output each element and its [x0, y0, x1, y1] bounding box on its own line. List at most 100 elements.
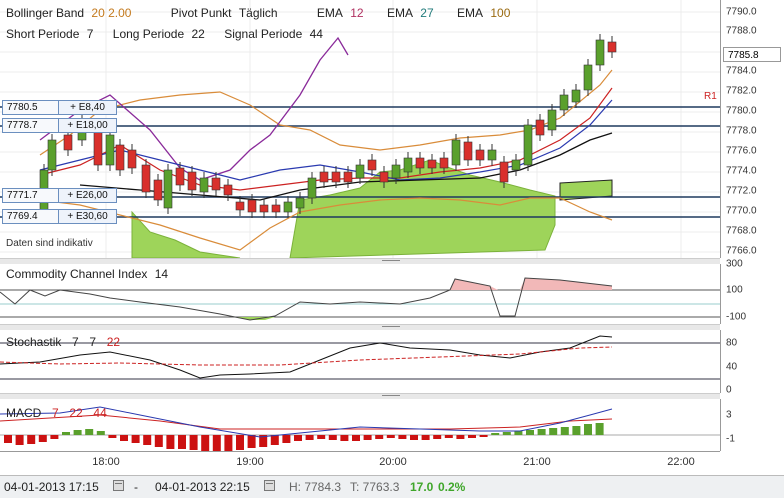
ema27-legend[interactable]: EMA 27 [387, 6, 438, 20]
candle [367, 159, 377, 171]
order-amount: + E8,40 [70, 102, 105, 113]
stochastik-legend[interactable]: Stochastik 7 7 22 [6, 335, 124, 349]
candle [295, 197, 305, 209]
candle [283, 201, 293, 213]
candle [343, 171, 353, 183]
short-periode-legend[interactable]: Short Periode 7 [6, 27, 97, 41]
order-price: 7771.7 [3, 189, 60, 202]
time-axis[interactable]: 18:00 19:00 20:00 21:00 22:00 [0, 451, 720, 476]
macd-histogram-bar [96, 431, 105, 435]
order-tag-1[interactable]: 7780.5 + E8,40 [2, 100, 117, 115]
from-date[interactable]: 04-01-2013 17:15 [4, 480, 99, 494]
macd-histogram-bar [595, 423, 604, 435]
high-value: H: 7784.3 [289, 480, 342, 494]
candle [511, 159, 521, 171]
macd-histogram-bar [154, 435, 163, 447]
macd-tick: -1 [726, 433, 735, 445]
candle [547, 109, 557, 131]
macd-legend[interactable]: MACD 7 22 44 [6, 406, 111, 420]
change-percent: 0.2% [438, 480, 466, 494]
macd-histogram-bar [514, 431, 523, 435]
candle [475, 149, 485, 161]
price-tick: 7788.0 [726, 25, 757, 37]
candle [247, 199, 257, 213]
r1-label: R1 [704, 91, 717, 102]
candle [63, 134, 73, 151]
signal-periode-legend[interactable]: Signal Periode 44 [224, 27, 327, 41]
time-tick: 18:00 [92, 456, 120, 468]
ema100-legend[interactable]: EMA 100 [457, 6, 514, 20]
macd-histogram-bar [62, 432, 70, 435]
order-price: 7778.7 [3, 119, 60, 132]
candle [175, 167, 185, 186]
macd-histogram-bar [305, 435, 314, 440]
candle [187, 171, 197, 191]
time-tick: 19:00 [236, 456, 264, 468]
pivot-legend[interactable]: Pivot Punkt Täglich [171, 6, 282, 20]
macd-plot-area[interactable]: MACD 7 22 44 [0, 399, 721, 451]
candle [403, 157, 413, 173]
candle [259, 204, 269, 213]
macd-histogram-bar [38, 435, 47, 442]
macd-histogram-bar [282, 435, 291, 443]
indicator-legend-row-2: Short Periode 7 Long Periode 22 Signal P… [6, 27, 331, 41]
candle [199, 177, 209, 193]
macd-histogram-bar [549, 428, 558, 435]
candle [451, 139, 461, 166]
macd-histogram-bar [584, 424, 592, 435]
candle [163, 169, 173, 209]
order-tag-3[interactable]: 7771.7 + E26,00 [2, 188, 117, 203]
ema12-legend[interactable]: EMA 12 [317, 6, 368, 20]
stochastik-plot-area[interactable]: Stochastik 7 7 22 [0, 330, 721, 393]
order-price: 7780.5 [3, 101, 60, 114]
candle [47, 139, 57, 171]
candle [355, 164, 365, 179]
long-periode-legend[interactable]: Long Periode 22 [113, 27, 209, 41]
to-date[interactable]: 04-01-2013 22:15 [155, 480, 250, 494]
macd-axis[interactable]: 3 -1 [721, 399, 784, 451]
candle [105, 134, 115, 166]
price-tick: 7776.0 [726, 145, 757, 157]
macd-histogram-bar [328, 435, 337, 440]
macd-histogram-bar [201, 435, 210, 451]
bollinger-legend[interactable]: Bollinger Band 20 2.00 [6, 6, 135, 20]
macd-histogram-bar [398, 435, 407, 439]
price-tick: 7784.0 [726, 65, 757, 77]
calendar-icon[interactable] [264, 480, 275, 491]
price-tick: 7780.0 [726, 105, 757, 117]
candle [523, 124, 533, 166]
ichimoku-cloud [131, 210, 241, 258]
macd-histogram-bar [50, 435, 59, 439]
macd-histogram-bar [166, 435, 175, 449]
price-tick: 7768.0 [726, 225, 757, 237]
price-tick: 7782.0 [726, 85, 757, 97]
candle [331, 171, 341, 183]
time-tick: 21:00 [523, 456, 551, 468]
candle [499, 161, 509, 183]
order-tag-4[interactable]: 7769.4 + E30,60 [2, 209, 117, 224]
candle [535, 119, 545, 136]
cci-legend[interactable]: Commodity Channel Index 14 [6, 267, 172, 281]
macd-histogram-bar [479, 435, 488, 437]
macd-histogram-bar [4, 435, 12, 443]
candle [607, 41, 617, 53]
candle [153, 179, 163, 201]
macd-histogram-bar [572, 426, 581, 435]
change-value: 17.0 [410, 480, 434, 494]
macd-histogram-bar [236, 435, 244, 450]
price-axis[interactable]: 7790.0 7788.0 7784.0 7782.0 7780.0 7778.… [721, 0, 784, 258]
calendar-icon[interactable] [113, 480, 124, 491]
cci-plot-area[interactable]: Commodity Channel Index 14 [0, 264, 721, 324]
macd-histogram-bar [502, 432, 511, 435]
macd-histogram-bar [178, 435, 186, 449]
candle [415, 157, 425, 169]
stochastik-axis[interactable]: 80 40 0 [721, 330, 784, 396]
macd-histogram-bar [120, 435, 128, 441]
order-tag-2[interactable]: 7778.7 + E18,00 [2, 118, 117, 133]
main-plot-area[interactable]: Bollinger Band 20 2.00 Pivot Punkt Tägli… [0, 0, 721, 258]
cci-axis[interactable]: 300 100 -100 [721, 259, 784, 324]
macd-histogram-bar [468, 435, 476, 438]
stochastik-tick: 0 [726, 384, 732, 396]
price-tick: 7766.0 [726, 245, 757, 257]
candle [127, 149, 137, 169]
